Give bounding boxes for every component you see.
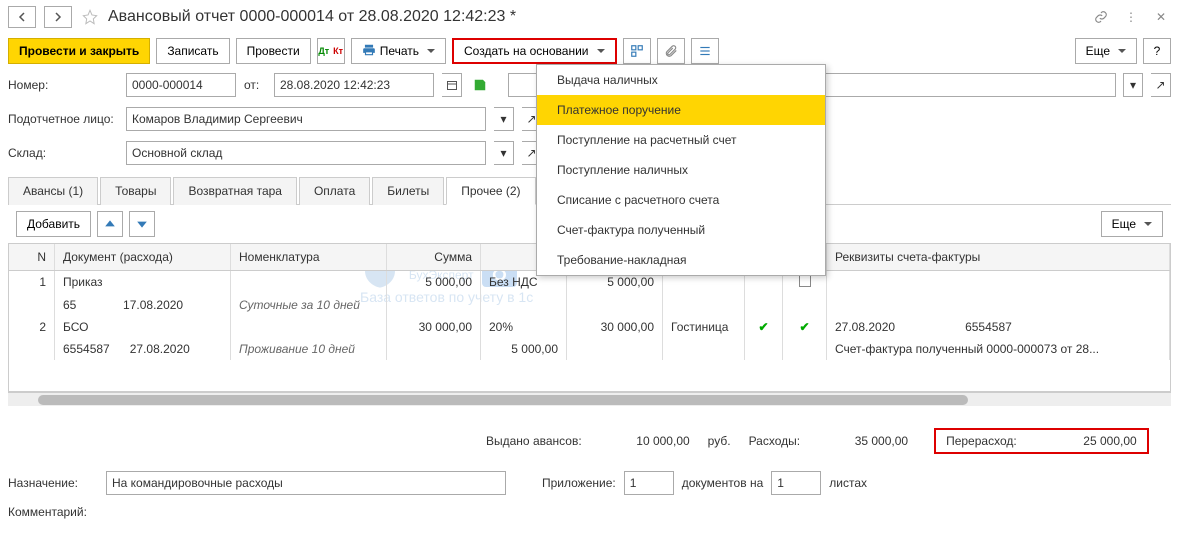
warehouse-input[interactable]: Основной склад — [126, 141, 486, 165]
comment-label: Комментарий: — [8, 505, 98, 519]
table-more-button[interactable]: Еще — [1101, 211, 1163, 237]
overspend-box: Перерасход: 25 000,00 — [934, 428, 1149, 454]
col-req: Реквизиты счета-фактуры — [827, 244, 1170, 270]
col-doc: Документ (расхода) — [55, 244, 231, 270]
number-input[interactable]: 0000-000014 — [126, 73, 236, 97]
menu-invoice-received[interactable]: Счет-фактура полученный — [537, 215, 825, 245]
col-sum: Сумма — [387, 244, 481, 270]
more-vert-icon[interactable]: ⋮ — [1121, 7, 1141, 27]
list-button[interactable] — [691, 38, 719, 64]
star-icon[interactable] — [80, 7, 100, 27]
horizontal-scrollbar[interactable] — [8, 392, 1171, 406]
move-down-button[interactable] — [129, 211, 155, 237]
create-based-menu: Выдача наличных Платежное поручение Пост… — [536, 64, 826, 276]
col-n: N — [9, 244, 55, 270]
table-row-sub[interactable]: 6554587 27.08.2020 Проживание 10 дней 5 … — [9, 338, 1170, 360]
person-input[interactable]: Комаров Владимир Сергеевич — [126, 107, 486, 131]
structure-button[interactable] — [623, 38, 651, 64]
printer-icon — [362, 43, 376, 60]
window-title: Авансовый отчет 0000-000014 от 28.08.202… — [108, 8, 1083, 26]
summary-bar: Выдано авансов: 10 000,00 руб. Расходы: … — [0, 416, 1179, 466]
menu-bank-out[interactable]: Списание с расчетного счета — [537, 185, 825, 215]
post-button[interactable]: Провести — [236, 38, 311, 64]
org-open-icon[interactable]: ↗ — [1151, 73, 1171, 97]
number-label: Номер: — [8, 78, 118, 92]
date-label: от: — [244, 78, 266, 92]
attach-label: Приложение: — [542, 476, 616, 490]
purpose-label: Назначение: — [8, 476, 98, 490]
menu-cash-out[interactable]: Выдача наличных — [537, 65, 825, 95]
table-row-sub[interactable]: 65 17.08.2020 Суточные за 10 дней — [9, 294, 1170, 316]
print-button[interactable]: Печать — [351, 38, 446, 64]
move-up-button[interactable] — [97, 211, 123, 237]
more-button[interactable]: Еще — [1075, 38, 1137, 64]
dt-kt-button[interactable]: ДтКт — [317, 38, 345, 64]
menu-bank-in[interactable]: Поступление на расчетный счет — [537, 125, 825, 155]
person-label: Подотчетное лицо: — [8, 112, 118, 126]
tab-goods[interactable]: Товары — [100, 177, 171, 205]
doc-status-icon — [470, 78, 490, 92]
tab-tickets[interactable]: Билеты — [372, 177, 444, 205]
purpose-input[interactable]: На командировочные расходы — [106, 471, 506, 495]
tab-returnable[interactable]: Возвратная тара — [173, 177, 297, 205]
date-input[interactable]: 28.08.2020 12:42:23 — [274, 73, 434, 97]
link-icon[interactable] — [1091, 7, 1111, 27]
tab-advances[interactable]: Авансы (1) — [8, 177, 98, 205]
col-nom: Номенклатура — [231, 244, 387, 270]
menu-cash-in[interactable]: Поступление наличных — [537, 155, 825, 185]
post-and-close-button[interactable]: Провести и закрыть — [8, 38, 150, 64]
attach-pages-input[interactable]: 1 — [771, 471, 821, 495]
forward-button[interactable] — [44, 6, 72, 28]
add-row-button[interactable]: Добавить — [16, 211, 91, 237]
tab-other[interactable]: Прочее (2) — [446, 177, 535, 205]
warehouse-dropdown-icon[interactable]: ▾ — [494, 141, 514, 165]
table-row[interactable]: 2 БСО 30 000,00 20% 30 000,00 Гостиница … — [9, 316, 1170, 338]
menu-payment-order[interactable]: Платежное поручение — [537, 95, 825, 125]
org-dropdown-icon[interactable]: ▾ — [1123, 73, 1143, 97]
warehouse-label: Склад: — [8, 146, 118, 160]
help-button[interactable]: ? — [1143, 38, 1171, 64]
attach-count-input[interactable]: 1 — [624, 471, 674, 495]
tab-payment[interactable]: Оплата — [299, 177, 370, 205]
write-button[interactable]: Записать — [156, 38, 229, 64]
attach-button[interactable] — [657, 38, 685, 64]
back-button[interactable] — [8, 6, 36, 28]
create-based-button[interactable]: Создать на основании — [452, 38, 617, 64]
menu-requisition[interactable]: Требование-накладная — [537, 245, 825, 275]
calendar-icon[interactable] — [442, 73, 462, 97]
person-dropdown-icon[interactable]: ▾ — [494, 107, 514, 131]
close-icon[interactable]: ✕ — [1151, 7, 1171, 27]
